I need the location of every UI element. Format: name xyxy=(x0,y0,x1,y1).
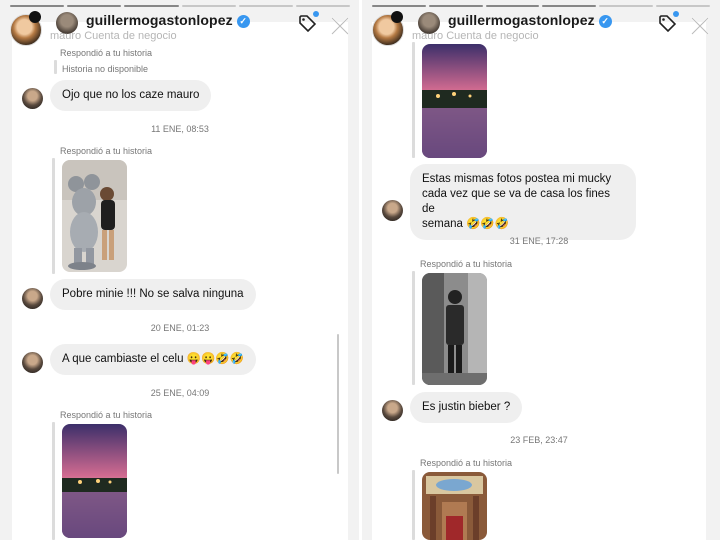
story-thumbnail[interactable] xyxy=(62,160,127,272)
story-image-mickey-statue xyxy=(62,160,127,272)
reply-label: Respondió a tu historia xyxy=(60,146,153,156)
story-avatar[interactable] xyxy=(372,11,404,46)
timestamp: 11 ENE, 08:53 xyxy=(151,124,209,134)
timestamp: 31 ENE, 17:28 xyxy=(509,236,569,246)
tag-icon[interactable] xyxy=(658,11,679,33)
story-thumbnail[interactable] xyxy=(62,424,127,538)
story-progress-bar xyxy=(10,5,351,7)
chat-screenshot: Respondió a tu historia Historia no disp… xyxy=(12,22,348,540)
quote-bar xyxy=(54,60,57,74)
chat-screenshot: Estas mismas fotos postea mi mucky cada … xyxy=(372,22,706,540)
quote-bar xyxy=(412,470,415,540)
message-bubble: Es justin bieber ? xyxy=(410,392,523,423)
tag-icon[interactable] xyxy=(298,11,319,33)
reply-label: Respondió a tu historia xyxy=(420,458,513,468)
sender-avatar xyxy=(382,400,403,421)
username[interactable]: guillermogastonlopez ✓ xyxy=(448,12,612,28)
message-bubble: A que cambiaste el celu 😛😛🤣🤣 xyxy=(50,344,256,375)
username-text: guillermogastonlopez xyxy=(448,12,595,28)
reply-label: Respondió a tu historia xyxy=(60,410,153,420)
message-bubble: Pobre minie !!! No se salva ninguna xyxy=(50,279,256,310)
story-thumbnail[interactable] xyxy=(422,44,487,158)
story-image-palace-interior xyxy=(422,472,487,540)
story-unavailable-text: Historia no disponible xyxy=(62,64,149,74)
reply-label: Respondió a tu historia xyxy=(60,48,153,58)
story-progress-bar xyxy=(372,5,710,7)
timestamp: 23 FEB, 23:47 xyxy=(510,435,568,445)
timestamp: 20 ENE, 01:23 xyxy=(150,323,210,333)
quote-bar xyxy=(412,271,415,385)
story-image-sunset-pool xyxy=(62,424,127,538)
sender-avatar xyxy=(22,352,43,373)
quote-bar xyxy=(52,158,55,274)
story-header: guillermogastonlopez ✓ mauro Cuenta de ne… xyxy=(362,8,720,48)
quote-bar xyxy=(412,42,415,158)
username[interactable]: guillermogastonlopez ✓ xyxy=(86,12,250,28)
close-icon[interactable] xyxy=(330,16,350,36)
story-thumbnail[interactable] xyxy=(422,472,487,540)
scrollbar[interactable] xyxy=(337,334,339,474)
quote-bar xyxy=(52,422,55,540)
ghost-overlay-text: mauro Cuenta de negocio xyxy=(50,30,177,42)
verified-badge-icon: ✓ xyxy=(236,15,250,28)
close-icon[interactable] xyxy=(690,16,710,36)
message-bubble: Estas mismas fotos postea mi mucky cada … xyxy=(410,164,636,240)
username-text: guillermogastonlopez xyxy=(86,12,233,28)
story-avatar[interactable] xyxy=(10,11,42,46)
story-panel-right: Estas mismas fotos postea mi mucky cada … xyxy=(362,0,720,540)
verified-badge-icon: ✓ xyxy=(598,15,612,28)
message-bubble: Ojo que no los caze mauro xyxy=(50,80,212,111)
sender-avatar xyxy=(22,288,43,309)
story-thumbnail[interactable] xyxy=(422,273,487,385)
story-image-bw-portrait xyxy=(422,273,487,385)
sender-avatar xyxy=(22,88,43,109)
story-panel-left: Respondió a tu historia Historia no disp… xyxy=(0,0,360,540)
story-image-sunset-pool xyxy=(422,44,487,158)
story-header: guillermogastonlopez ✓ mauro Cuenta de ne… xyxy=(0,8,360,48)
ghost-overlay-text: mauro Cuenta de negocio xyxy=(412,30,539,42)
sender-avatar xyxy=(382,200,403,221)
reply-label: Respondió a tu historia xyxy=(420,259,513,269)
timestamp: 25 ENE, 04:09 xyxy=(150,388,210,398)
